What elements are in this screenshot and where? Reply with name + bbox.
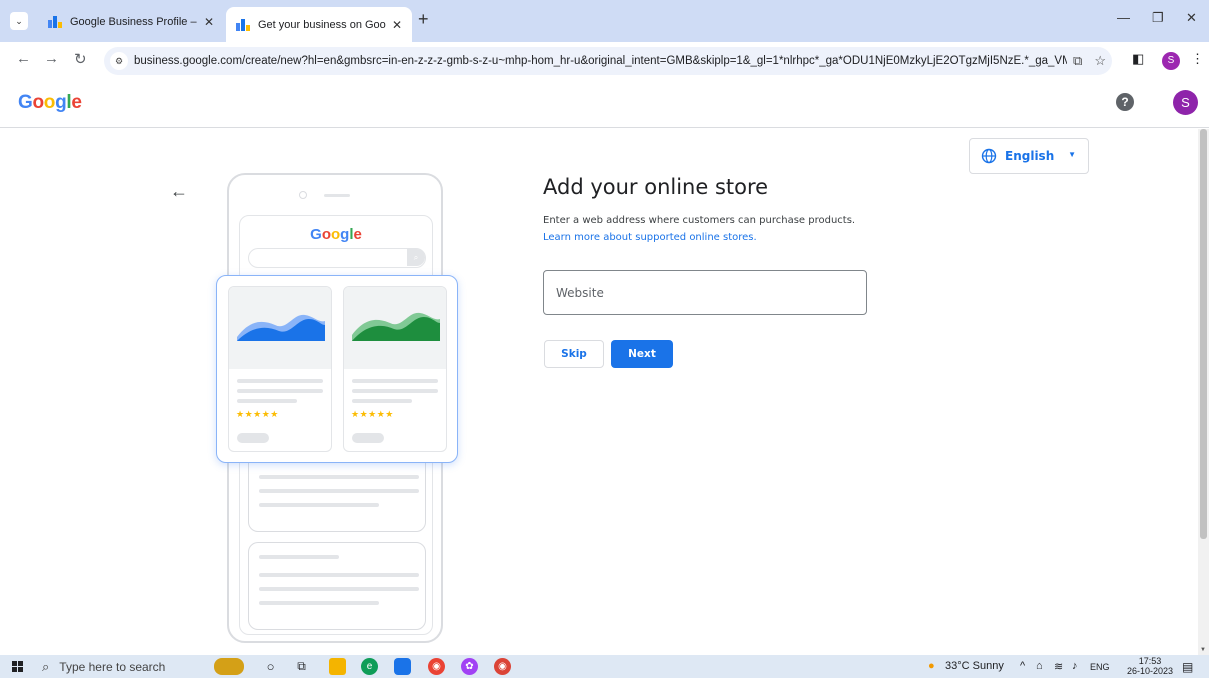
rating-stars: ★★★★★ [236,409,279,419]
profile-avatar[interactable]: S [1162,52,1180,70]
green-wave-shape [352,312,440,341]
language-indicator[interactable]: ENG [1090,662,1110,672]
cortana-icon[interactable]: ○ [262,658,279,675]
taskbar-widget-icon[interactable] [214,658,244,675]
phone-camera [299,191,307,199]
illustration-product-cards: ★★★★★ ★★★★★ [216,275,458,463]
account-avatar[interactable]: S [1173,90,1198,115]
next-button[interactable]: Next [611,340,673,368]
store-icon[interactable] [394,658,411,675]
search-icon: ⌕ [42,658,50,674]
rating-stars: ★★★★★ [351,409,394,419]
url-text: business.google.com/create/new?hl=en&gmb… [134,55,1068,67]
back-arrow-icon[interactable]: ← [170,181,188,202]
address-bar[interactable]: ⚙ business.google.com/create/new?hl=en&g… [104,47,1112,75]
task-view-icon[interactable]: ⧉ [293,658,310,675]
file-explorer-icon[interactable] [329,658,346,675]
edge-icon[interactable]: e [361,658,378,675]
page-description: Enter a web address where customers can … [543,215,856,226]
google-logo[interactable]: Google [18,92,82,114]
site-info-icon[interactable]: ⚙ [110,52,128,70]
tab-business-profile[interactable]: Google Business Profile – Get l ✕ [38,7,224,37]
product-image [344,287,446,369]
reload-icon[interactable]: ↻ [74,50,87,68]
close-icon[interactable]: ✕ [392,18,402,32]
phone-speaker [324,194,350,197]
browser-toolbar: ← → ↻ ⚙ business.google.com/create/new?h… [0,42,1209,78]
google-header: Google ? S [0,78,1209,128]
wifi-icon[interactable]: ≋ [1054,660,1063,673]
forward-icon[interactable]: → [44,50,59,67]
learn-more-link[interactable]: Learn more about supported online stores… [543,232,757,243]
skip-button[interactable]: Skip [544,340,604,368]
tray-overflow-icon[interactable]: ^ [1020,660,1025,672]
app-icon[interactable]: ✿ [461,658,478,675]
back-icon[interactable]: ← [16,50,31,67]
magnifier-icon: ⌕ [407,249,425,266]
caret-down-icon: ▼ [1068,150,1076,159]
help-icon[interactable]: ? [1116,93,1134,111]
globe-icon [981,148,997,164]
taskbar-search[interactable]: ⌕ Type here to search [42,655,197,678]
illustration-search-bar: ⌕ [248,248,426,268]
bookmark-star-icon[interactable]: ☆ [1094,53,1106,69]
tab-title: Get your business on Google [258,18,386,31]
notification-icon[interactable]: ▤ [1182,660,1193,674]
side-panel-icon[interactable]: ◧ [1132,51,1144,67]
weather-text[interactable]: 33°C Sunny [945,660,1004,672]
website-input[interactable] [543,270,867,315]
page-content: ← Google ⌕ ★★★★★ ★★★★★ English ▼ Add you… [0,129,1198,655]
new-tab-button[interactable]: + [418,9,429,30]
weather-icon[interactable]: ● [928,660,935,672]
language-selector[interactable]: English ▼ [969,138,1089,174]
window-close-icon[interactable]: ✕ [1186,10,1197,26]
page-scrollbar[interactable]: ▼ [1198,129,1209,655]
tab-title: Google Business Profile – Get l [70,16,198,28]
scroll-down-icon[interactable]: ▼ [1200,647,1206,653]
close-icon[interactable]: ✕ [204,15,214,29]
page-title: Add your online store [543,175,769,199]
illustration-product-card-green: ★★★★★ [343,286,447,452]
business-profile-favicon-icon [48,16,62,28]
illustration-google-logo: Google [310,226,362,243]
install-app-icon[interactable]: ⧉ [1073,53,1082,69]
minimize-icon[interactable]: — [1117,10,1130,25]
tab-search-icon[interactable]: ⌄ [10,12,28,30]
illustration-product-card-blue: ★★★★★ [228,286,332,452]
business-profile-favicon-icon [236,18,250,31]
more-menu-icon[interactable]: ⋮ [1191,51,1204,67]
tab-get-business-on-google[interactable]: Get your business on Google ✕ [226,7,412,42]
blue-wave-shape [237,314,325,341]
clock-time: 17:53 [1138,656,1162,666]
restore-icon[interactable]: ❐ [1152,10,1164,26]
product-image [229,287,331,369]
windows-taskbar: ⌕ Type here to search ○ ⧉ e ◉ ✿ ◉ ● 33°C… [0,655,1209,678]
volume-icon[interactable]: ♪ [1072,660,1078,672]
illustration-result-card [248,542,426,630]
chrome-active-icon[interactable]: ◉ [494,658,511,675]
chrome-icon[interactable]: ◉ [428,658,445,675]
taskbar-clock[interactable]: 17:53 26-10-2023 [1127,656,1173,676]
language-label: English [1005,149,1055,163]
clock-date: 26-10-2023 [1127,666,1174,676]
network-icon[interactable]: ⌂ [1036,660,1043,672]
taskbar-search-placeholder: Type here to search [59,659,166,674]
scrollbar-thumb[interactable] [1200,129,1207,539]
windows-start-icon[interactable] [12,661,23,672]
browser-tab-strip: ⌄ Google Business Profile – Get l ✕ Get … [0,0,1209,42]
